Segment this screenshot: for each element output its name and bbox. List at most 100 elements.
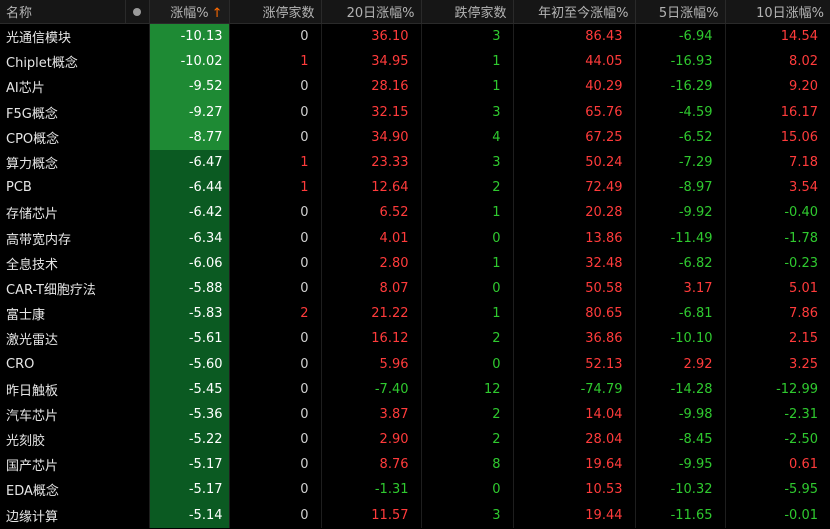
table-row[interactable]: 算力概念 -6.47 1 23.33 3 50.24 -7.29 7.18 [0,149,830,176]
table-row[interactable]: F5G概念 -9.27 0 32.15 3 65.76 -4.59 16.17 [0,99,830,125]
change-5d: -6.81 [635,301,726,327]
change-pct: -5.14 [149,502,230,528]
limit-up-count: 1 [229,49,322,75]
table-row[interactable]: CRO -5.60 0 5.96 0 52.13 2.92 3.25 [0,351,830,377]
change-ytd: 28.04 [513,427,636,453]
sector-name: CPO概念 [6,131,60,147]
table-row[interactable]: 昨日触板 -5.45 0 -7.40 12 -74.79 -14.28 -12.99 [0,376,830,402]
change-5d: -10.10 [635,326,726,352]
sector-name: EDA概念 [6,484,59,500]
column-header-ytd-change[interactable]: 年初至今涨幅% [513,0,636,24]
table-row[interactable]: CPO概念 -8.77 0 34.90 4 67.25 -6.52 15.06 [0,124,830,150]
table-row[interactable]: 高带宽内存 -6.34 0 4.01 0 13.86 -11.49 -1.78 [0,225,830,251]
limit-down-count: 0 [421,477,514,503]
table-row[interactable]: 国产芯片 -5.17 0 8.76 8 19.64 -9.95 0.61 [0,452,830,478]
change-ytd: 65.76 [513,99,636,125]
table-row[interactable]: 全息技术 -6.06 0 2.80 1 32.48 -6.82 -0.23 [0,250,830,276]
column-header-marker[interactable] [125,0,150,24]
table-row[interactable]: PCB -6.44 1 12.64 2 72.49 -8.97 3.54 [0,175,830,201]
change-pct: -5.61 [149,326,230,352]
sort-ascending-icon: ↑ [211,6,223,21]
change-pct: -9.27 [149,99,230,125]
change-5d: -6.94 [635,23,726,50]
limit-down-count: 3 [421,502,514,528]
table-row[interactable]: 激光雷达 -5.61 0 16.12 2 36.86 -10.10 2.15 [0,326,830,352]
column-header-limit-down[interactable]: 跌停家数 [421,0,514,24]
change-10d: 14.54 [780,29,818,45]
change-20d: 8.76 [321,452,422,478]
change-10d: 15.06 [780,129,818,145]
change-pct: -5.36 [149,401,230,427]
column-header-name[interactable]: 名称 [0,0,126,24]
limit-up-count: 1 [229,175,322,201]
change-ytd: 44.05 [513,49,636,75]
change-ytd: 19.64 [513,452,636,478]
change-5d: -16.29 [635,74,726,100]
limit-down-count: 0 [421,275,514,302]
change-20d: 28.16 [321,74,422,100]
change-20d: 12.64 [321,175,422,201]
limit-up-count: 0 [229,477,322,503]
sector-name: 昨日触板 [6,383,59,399]
limit-up-count: 0 [229,452,322,478]
sector-name: AI芯片 [6,81,45,97]
change-20d: 34.95 [321,49,422,75]
change-10d: -0.01 [784,507,818,523]
column-header-10d-change[interactable]: 10日涨幅% [725,0,830,24]
sector-name: 全息技术 [6,257,59,273]
change-ytd: 80.65 [513,301,636,327]
limit-up-count: 2 [229,301,322,327]
change-5d: 3.17 [635,275,726,302]
change-5d: -9.92 [635,200,726,226]
limit-up-count: 0 [229,124,322,150]
change-10d: 2.15 [789,331,818,347]
limit-down-count: 8 [421,452,514,478]
table-row[interactable]: 边缘计算 -5.14 0 11.57 3 19.44 -11.65 -0.01 [0,502,830,528]
change-10d: 3.25 [789,356,818,372]
change-ytd: 13.86 [513,225,636,251]
change-20d: 6.52 [321,200,422,226]
table-row[interactable]: CAR-T细胞疗法 -5.88 0 8.07 0 50.58 3.17 5.01 [0,275,830,302]
change-5d: -10.32 [635,477,726,503]
limit-up-count: 1 [229,149,322,176]
limit-up-count: 0 [229,250,322,276]
table-row[interactable]: AI芯片 -9.52 0 28.16 1 40.29 -16.29 9.20 [0,74,830,100]
sector-name: 汽车芯片 [6,408,59,424]
table-row[interactable]: 汽车芯片 -5.36 0 3.87 2 14.04 -9.98 -2.31 [0,401,830,427]
column-header-20d-change[interactable]: 20日涨幅% [321,0,422,24]
change-pct: -6.44 [149,175,230,201]
limit-up-count: 0 [229,376,322,402]
limit-down-count: 0 [421,225,514,251]
sector-name: F5G概念 [6,106,58,122]
change-pct: -5.45 [149,376,230,402]
limit-down-count: 12 [421,376,514,402]
table-row[interactable]: 富士康 -5.83 2 21.22 1 80.65 -6.81 7.86 [0,301,830,327]
row-marker [125,225,150,251]
sector-name: 存储芯片 [6,207,59,223]
change-10d: 8.02 [789,54,818,70]
table-row[interactable]: 光通信模块 -10.13 0 36.10 3 86.43 -6.94 14.54 [0,23,830,50]
change-pct: -6.42 [149,200,230,226]
table-row[interactable]: 光刻胶 -5.22 0 2.90 2 28.04 -8.45 -2.50 [0,427,830,453]
column-header-limit-up[interactable]: 涨停家数 [229,0,322,24]
row-marker [125,376,150,402]
change-10d: 5.01 [789,280,818,296]
change-20d: 21.22 [321,301,422,327]
change-5d: -11.65 [635,502,726,528]
limit-down-count: 2 [421,175,514,201]
row-marker [125,401,150,427]
table-row[interactable]: 存储芯片 -6.42 0 6.52 1 20.28 -9.92 -0.40 [0,200,830,226]
limit-down-count: 1 [421,49,514,75]
limit-down-count: 3 [421,23,514,50]
table-row[interactable]: EDA概念 -5.17 0 -1.31 0 10.53 -10.32 -5.95 [0,477,830,503]
change-pct: -6.06 [149,250,230,276]
change-10d: -0.40 [784,205,818,221]
column-header-change-pct[interactable]: 涨幅% ↑ [149,0,230,24]
change-pct: -9.52 [149,74,230,100]
limit-down-count: 0 [421,351,514,377]
table-row[interactable]: Chiplet概念 -10.02 1 34.95 1 44.05 -16.93 8.02 [0,49,830,75]
change-pct: -5.60 [149,351,230,377]
column-header-5d-change[interactable]: 5日涨幅% [635,0,726,24]
sector-name: PCB [6,180,32,196]
change-ytd: 19.44 [513,502,636,528]
